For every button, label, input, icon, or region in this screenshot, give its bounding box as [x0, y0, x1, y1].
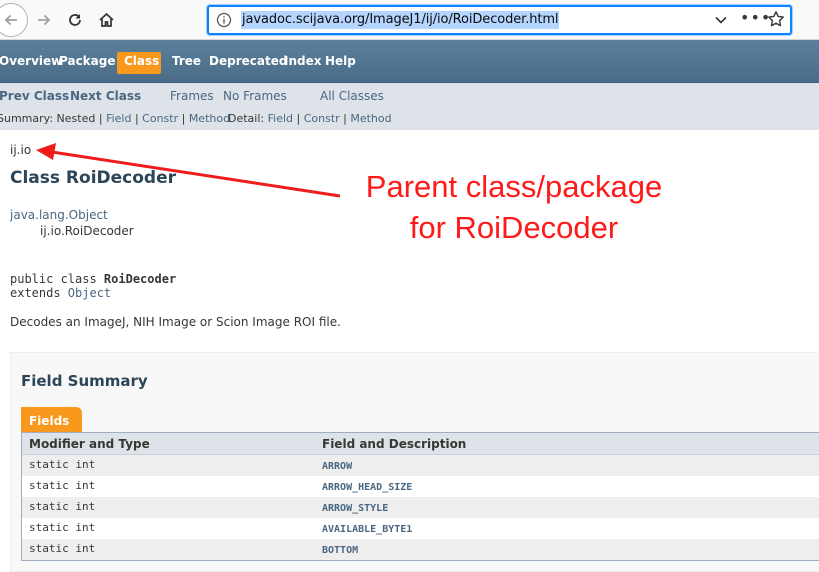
all-classes-link[interactable]: All Classes — [320, 89, 384, 103]
field-name-link[interactable]: BOTTOM — [322, 545, 358, 556]
field-type: static int — [29, 458, 96, 471]
sig-class-name: RoiDecoder — [103, 272, 177, 286]
url-text[interactable]: javadoc.scijava.org/ImageJ1/ij/io/RoiDec… — [241, 11, 560, 29]
back-arrow-icon — [4, 14, 17, 26]
field-summary-table: Modifier and Type Field and Description … — [21, 432, 819, 561]
home-icon — [98, 12, 114, 27]
separator: | — [339, 112, 351, 125]
separator: | — [293, 112, 304, 125]
forward-arrow-icon — [38, 14, 51, 26]
summary-prefix: Summary: Nested | — [0, 112, 107, 125]
package-label: ij.io — [10, 143, 32, 157]
class-description: Decodes an ImageJ, NIH Image or Scion Im… — [10, 315, 341, 329]
column-header-type: Modifier and Type — [29, 437, 150, 451]
chevron-down-icon[interactable] — [714, 13, 728, 27]
javadoc-top-nav: Overview Package Class Tree Deprecated I… — [0, 40, 819, 83]
nav-package[interactable]: Package — [59, 54, 116, 68]
column-header-field: Field and Description — [322, 437, 467, 451]
forward-button[interactable] — [30, 6, 58, 34]
field-name-link[interactable]: ARROW_HEAD_SIZE — [322, 482, 412, 493]
frames-link[interactable]: Frames — [170, 89, 214, 103]
field-type: static int — [29, 479, 96, 492]
table-header: Modifier and Type Field and Description — [22, 433, 819, 455]
sig-extends: extends — [10, 286, 68, 300]
table-row: static int BOTTOM — [22, 539, 819, 560]
separator: | — [178, 112, 189, 125]
inheritance-parent-link[interactable]: java.lang.Object — [10, 208, 108, 222]
field-summary-title: Field Summary — [21, 372, 148, 390]
fields-tab[interactable]: Fields — [21, 407, 82, 432]
class-title: Class RoiDecoder — [10, 168, 177, 188]
summary-method-link[interactable]: Method — [189, 112, 230, 125]
no-frames-link[interactable]: No Frames — [223, 89, 287, 103]
table-row: static int ARROW_STYLE — [22, 497, 819, 518]
field-name-link[interactable]: ARROW_STYLE — [322, 503, 388, 514]
detail-prefix: Detail: — [228, 112, 268, 125]
table-row: static int AVAILABLE_BYTE1 — [22, 518, 819, 539]
summary-constr-link[interactable]: Constr — [142, 112, 178, 125]
home-button[interactable] — [92, 6, 120, 34]
summary-field-link[interactable]: Field — [106, 112, 131, 125]
field-name-link[interactable]: AVAILABLE_BYTE1 — [322, 524, 412, 535]
prev-class-link[interactable]: Prev Class — [0, 89, 69, 103]
annotation-line-2: for RoiDecoder — [409, 210, 619, 245]
reload-button[interactable] — [61, 6, 89, 34]
bookmark-star-icon[interactable] — [767, 10, 785, 28]
detail-links: Detail: Field | Constr | Method — [228, 112, 392, 125]
nav-deprecated[interactable]: Deprecated — [209, 54, 287, 68]
nav-overview[interactable]: Overview — [0, 54, 62, 68]
nav-index[interactable]: Index — [284, 54, 321, 68]
annotation-text: Parent class/package for RoiDecoder — [336, 166, 692, 248]
javadoc-sub-nav: Prev Class Next Class Frames No Frames A… — [0, 83, 819, 130]
detail-constr-link[interactable]: Constr — [304, 112, 340, 125]
url-bar[interactable]: javadoc.scijava.org/ImageJ1/ij/io/RoiDec… — [207, 5, 792, 35]
next-class-link[interactable]: Next Class — [70, 89, 141, 103]
detail-field-link[interactable]: Field — [268, 112, 293, 125]
sig-parent-link[interactable]: Object — [68, 286, 111, 300]
table-row: static int ARROW — [22, 455, 819, 476]
field-type: static int — [29, 521, 96, 534]
separator: | — [131, 112, 143, 125]
info-icon[interactable] — [216, 12, 232, 28]
detail-method-link[interactable]: Method — [350, 112, 391, 125]
nav-tree[interactable]: Tree — [172, 54, 201, 68]
field-type: static int — [29, 500, 96, 513]
summary-links: Summary: Nested | Field | Constr | Metho… — [0, 112, 230, 125]
field-type: static int — [29, 542, 96, 555]
back-button[interactable] — [0, 3, 28, 37]
nav-help[interactable]: Help — [325, 54, 356, 68]
table-row: static int ARROW_HEAD_SIZE — [22, 476, 819, 497]
field-name-link[interactable]: ARROW — [322, 461, 352, 472]
class-signature: public class RoiDecoder extends Object — [10, 272, 176, 300]
annotation-line-1: Parent class/package — [365, 169, 663, 204]
inheritance-child: ij.io.RoiDecoder — [40, 224, 134, 238]
sig-keyword: public class — [10, 272, 104, 286]
nav-class[interactable]: Class — [124, 54, 159, 68]
reload-icon — [69, 14, 81, 26]
browser-toolbar: javadoc.scijava.org/ImageJ1/ij/io/RoiDec… — [0, 0, 819, 40]
